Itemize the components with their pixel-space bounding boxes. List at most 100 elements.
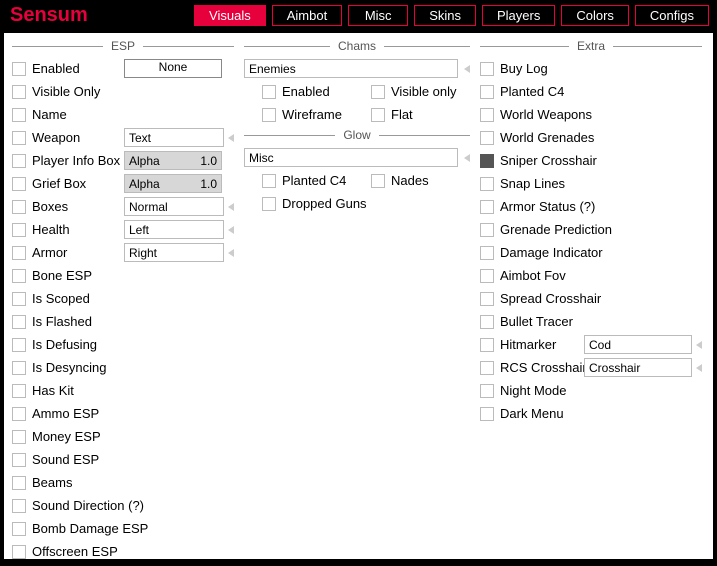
checkbox[interactable] [480,315,494,329]
checkbox[interactable] [480,246,494,260]
extra-title: Extra [480,39,702,53]
checkbox[interactable] [12,292,26,306]
checkbox[interactable] [480,131,494,145]
esp-item-label: Bone ESP [32,268,118,283]
esp-item-label: Grief Box [32,176,118,191]
extra-item-label: Armor Status (?) [500,199,595,214]
extra-item-label: Night Mode [500,383,566,398]
checkbox[interactable] [12,85,26,99]
health-combo[interactable]: Left [124,220,224,239]
checkbox[interactable] [480,292,494,306]
extra-item-label: World Weapons [500,107,592,122]
combo-arrow-icon[interactable] [696,341,702,349]
checkbox[interactable] [12,499,26,513]
checkbox[interactable] [12,177,26,191]
tab-misc[interactable]: Misc [348,5,408,26]
checkbox[interactable] [480,407,494,421]
combo-arrow-icon[interactable] [228,134,234,142]
esp-item-label: Bomb Damage ESP [32,521,118,536]
extra-item-label: Buy Log [500,61,548,76]
checkbox[interactable] [480,108,494,122]
checkbox[interactable] [12,315,26,329]
chams-combo[interactable]: Enemies [244,59,458,78]
checkbox[interactable] [480,338,494,352]
checkbox[interactable] [262,108,276,122]
checkbox[interactable] [12,338,26,352]
glow-opt: Nades [391,173,429,188]
combo-arrow-icon[interactable] [228,226,234,234]
checkbox[interactable] [12,407,26,421]
checkbox[interactable] [12,453,26,467]
checkbox[interactable] [262,85,276,99]
glow-combo[interactable]: Misc [244,148,458,167]
esp-item-label: Enabled [32,61,118,76]
tab-players[interactable]: Players [482,5,555,26]
checkbox[interactable] [262,197,276,211]
tab-aimbot[interactable]: Aimbot [272,5,342,26]
esp-item-label: Is Scoped [32,291,118,306]
checkbox[interactable] [480,269,494,283]
checkbox[interactable] [371,85,385,99]
extra-item-label: Sniper Crosshair [500,153,597,168]
checkbox[interactable] [262,174,276,188]
checkbox[interactable] [12,269,26,283]
checkbox[interactable] [12,108,26,122]
esp-item-label: Beams [32,475,118,490]
esp-item-label: Offscreen ESP [32,544,118,559]
boxes-combo[interactable]: Normal [124,197,224,216]
rcs-combo[interactable]: Crosshair [584,358,692,377]
checkbox[interactable] [480,223,494,237]
extra-item-label: Dark Menu [500,406,564,421]
checkbox[interactable] [480,361,494,375]
combo-arrow-icon[interactable] [696,364,702,372]
checkbox[interactable] [480,384,494,398]
armor-combo[interactable]: Right [124,243,224,262]
tab-visuals[interactable]: Visuals [194,5,266,26]
checkbox[interactable] [12,384,26,398]
esp-item-label: Sound ESP [32,452,118,467]
checkbox[interactable] [12,200,26,214]
esp-item-label: Has Kit [32,383,118,398]
esp-enable-keybind[interactable]: None [124,59,222,78]
checkbox[interactable] [12,430,26,444]
esp-item-label: Armor [32,245,118,260]
checkbox[interactable] [371,174,385,188]
checkbox[interactable] [12,361,26,375]
extra-item-label: Spread Crosshair [500,291,601,306]
chams-combo-arrow-icon[interactable] [464,65,470,73]
alpha-slider[interactable]: Alpha1.0 [124,174,222,193]
checkbox[interactable] [12,223,26,237]
checkbox[interactable] [12,62,26,76]
esp-item-label: Name [32,107,118,122]
chams-opt: Enabled [282,84,330,99]
esp-item-label: Player Info Box [32,153,118,168]
chams-opt: Visible only [391,84,457,99]
checkbox[interactable] [12,522,26,536]
tab-colors[interactable]: Colors [561,5,629,26]
esp-item-label: Visible Only [32,84,118,99]
checkbox[interactable] [12,131,26,145]
checkbox[interactable] [12,545,26,559]
weapon-combo[interactable]: Text [124,128,224,147]
combo-arrow-icon[interactable] [228,249,234,257]
extra-item-label: Planted C4 [500,84,564,99]
checkbox[interactable] [480,154,494,168]
alpha-slider[interactable]: Alpha1.0 [124,151,222,170]
checkbox[interactable] [480,200,494,214]
glow-combo-arrow-icon[interactable] [464,154,470,162]
tab-skins[interactable]: Skins [414,5,476,26]
checkbox[interactable] [480,62,494,76]
checkbox[interactable] [480,177,494,191]
combo-arrow-icon[interactable] [228,203,234,211]
checkbox[interactable] [12,154,26,168]
checkbox[interactable] [12,476,26,490]
tab-configs[interactable]: Configs [635,5,709,26]
extra-item-label: Grenade Prediction [500,222,612,237]
checkbox[interactable] [371,108,385,122]
extra-item-label: Hitmarker [500,337,578,352]
glow-title: Glow [244,128,470,142]
checkbox[interactable] [480,85,494,99]
checkbox[interactable] [12,246,26,260]
hitmarker-combo[interactable]: Cod [584,335,692,354]
chams-title: Chams [244,39,470,53]
